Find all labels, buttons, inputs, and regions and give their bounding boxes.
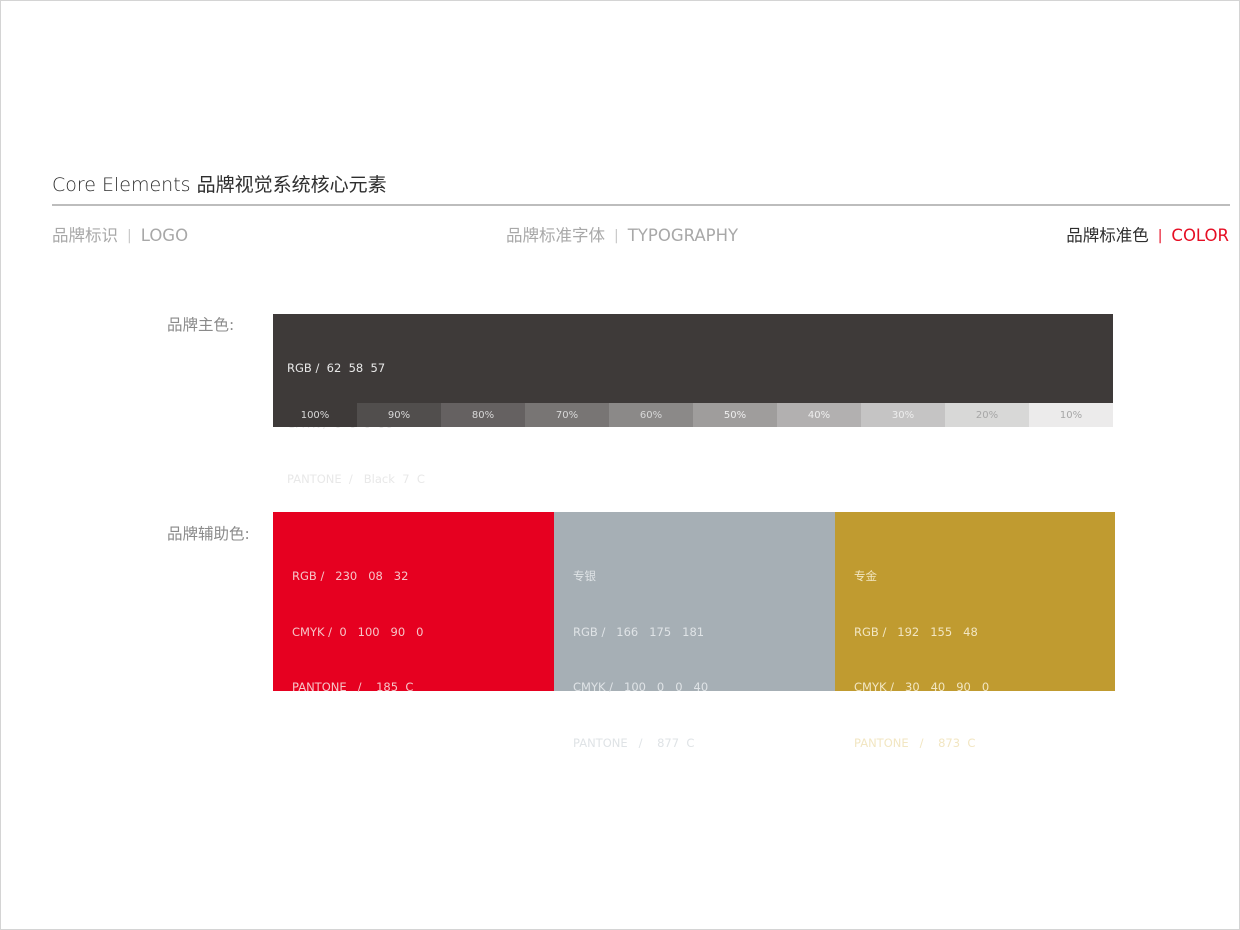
secondary-swatch-red: RGB / 230 08 32 CMYK / 0 100 90 0 PANTON… [273,512,554,694]
swatch-name: 专金 [854,569,877,583]
swatch-pantone: PANTONE / 873 C [854,735,976,750]
nav-tab-logo[interactable]: 品牌标识 | LOGO [52,222,188,246]
tint-cell: 40% [777,403,861,427]
tint-label: 60% [639,409,663,421]
secondary-color-label: 品牌辅助色: [167,525,250,543]
tint-label: 100% [300,409,330,421]
swatch-cmyk: CMYK / 30 40 90 0 [854,680,990,694]
tint-label: 90% [387,409,411,421]
nav-tab-typography-cn: 品牌标准字体 [506,226,605,245]
nav-tab-logo-cn: 品牌标识 [52,226,118,245]
nav-separator: | [1157,228,1163,244]
tint-label: 80% [471,409,495,421]
nav-tab-color-en: COLOR [1171,226,1229,245]
nav-separator: | [127,228,132,244]
nav-tab-color[interactable]: 品牌标准色 | COLOR [1066,222,1229,246]
primary-color-label: 品牌主色: [167,316,235,334]
swatch-rgb: RGB / 166 175 181 [573,624,705,639]
swatch-specs: RGB / 230 08 32 CMYK / 0 100 90 0 PANTON… [292,530,423,734]
tint-label: 30% [891,409,915,421]
secondary-swatch-gold: 专金 RGB / 192 155 48 CMYK / 30 40 90 0 PA… [835,512,1115,750]
tint-label: 20% [975,409,999,421]
tint-label: 50% [723,409,747,421]
swatch-cmyk: CMYK / 0 100 90 0 [292,624,424,639]
page-title: Core Elements 品牌视觉系统核心元素 [52,174,387,196]
swatch-rgb: RGB / 230 08 32 [292,569,409,583]
tint-label: 70% [555,409,579,421]
nav-tab-color-cn: 品牌标准色 [1066,226,1149,245]
primary-pantone: PANTONE / Black 7 C [287,472,425,486]
tint-cell: 50% [693,403,777,427]
title-divider [52,204,1230,206]
nav-tab-typography-en: TYPOGRAPHY [627,226,739,245]
swatch-pantone: PANTONE / 877 C [573,735,695,750]
tint-cell: 100% [273,403,357,427]
tint-cell: 20% [945,403,1029,427]
nav-tab-logo-en: LOGO [140,226,189,245]
tint-label: 10% [1059,409,1083,421]
secondary-swatch-silver: 专银 RGB / 166 175 181 CMYK / 100 0 0 40 P… [554,512,835,750]
swatch-specs: 专银 RGB / 166 175 181 CMYK / 100 0 0 40 P… [573,530,708,789]
tint-cell: 10% [1029,403,1113,427]
swatch-specs: 专金 RGB / 192 155 48 CMYK / 30 40 90 0 PA… [854,530,989,789]
tint-cell: 90% [357,403,441,427]
primary-color-swatch: RGB / 62 58 57 CMYK / 0 0 0 90 PANTONE /… [273,314,1113,486]
nav-tab-typography[interactable]: 品牌标准字体 | TYPOGRAPHY [506,222,738,246]
tint-cell: 80% [441,403,525,427]
swatch-pantone: PANTONE / 185 C [292,680,414,694]
swatch-rgb: RGB / 192 155 48 [854,624,978,639]
swatch-name: 专银 [573,569,596,583]
swatch-cmyk: CMYK / 100 0 0 40 [573,680,709,694]
nav-separator: | [614,228,619,244]
primary-tint-scale: 100% 90% 80% 70% 60% 50% 40% 30% 20% 10% [273,403,1113,427]
tint-cell: 70% [525,403,609,427]
primary-rgb: RGB / 62 58 57 [287,361,386,375]
tint-label: 40% [807,409,831,421]
tint-cell: 30% [861,403,945,427]
tint-cell: 60% [609,403,693,427]
